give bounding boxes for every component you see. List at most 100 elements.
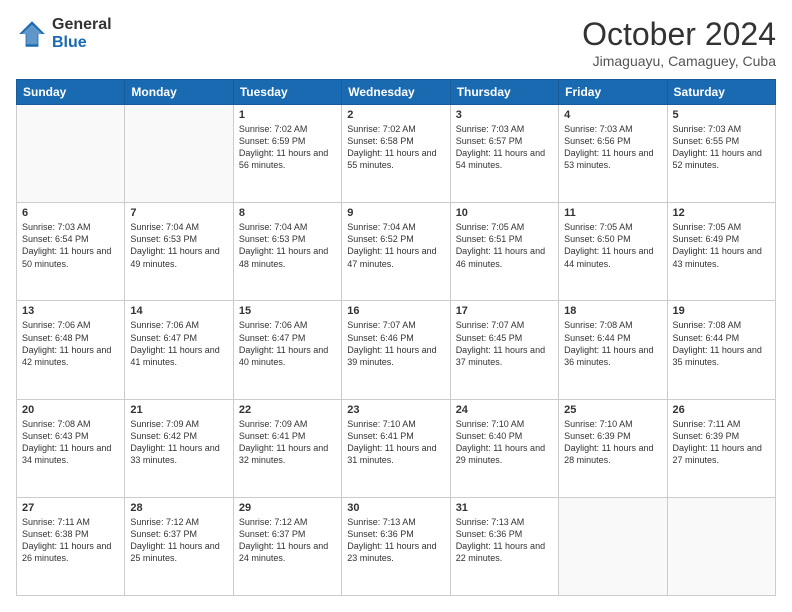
cell-1-1 bbox=[17, 105, 125, 203]
cell-content: Sunrise: 7:04 AMSunset: 6:53 PMDaylight:… bbox=[130, 221, 227, 270]
day-number: 31 bbox=[456, 502, 553, 514]
cell-content: Sunrise: 7:07 AMSunset: 6:46 PMDaylight:… bbox=[347, 319, 444, 368]
cell-1-7: 5 Sunrise: 7:03 AMSunset: 6:55 PMDaylight… bbox=[667, 105, 775, 203]
cell-4-2: 21 Sunrise: 7:09 AMSunset: 6:42 PMDayligh… bbox=[125, 399, 233, 497]
cell-4-4: 23 Sunrise: 7:10 AMSunset: 6:41 PMDayligh… bbox=[342, 399, 450, 497]
cell-content: Sunrise: 7:11 AMSunset: 6:39 PMDaylight:… bbox=[673, 418, 770, 467]
cell-content: Sunrise: 7:04 AMSunset: 6:53 PMDaylight:… bbox=[239, 221, 336, 270]
cell-content: Sunrise: 7:03 AMSunset: 6:54 PMDaylight:… bbox=[22, 221, 119, 270]
day-number: 16 bbox=[347, 305, 444, 317]
cell-content: Sunrise: 7:13 AMSunset: 6:36 PMDaylight:… bbox=[456, 516, 553, 565]
day-number: 27 bbox=[22, 502, 119, 514]
day-number: 20 bbox=[22, 404, 119, 416]
day-number: 10 bbox=[456, 207, 553, 219]
logo-icon bbox=[16, 18, 48, 50]
cell-4-7: 26 Sunrise: 7:11 AMSunset: 6:39 PMDayligh… bbox=[667, 399, 775, 497]
cell-content: Sunrise: 7:02 AMSunset: 6:59 PMDaylight:… bbox=[239, 123, 336, 172]
cell-content: Sunrise: 7:05 AMSunset: 6:51 PMDaylight:… bbox=[456, 221, 553, 270]
day-number: 18 bbox=[564, 305, 661, 317]
cell-5-1: 27 Sunrise: 7:11 AMSunset: 6:38 PMDayligh… bbox=[17, 497, 125, 595]
day-number: 13 bbox=[22, 305, 119, 317]
cell-4-5: 24Sunrise: 7:10 AMSunset: 6:40 PMDayligh… bbox=[450, 399, 558, 497]
cell-1-6: 4 Sunrise: 7:03 AMSunset: 6:56 PMDaylight… bbox=[559, 105, 667, 203]
day-number: 14 bbox=[130, 305, 227, 317]
day-number: 25 bbox=[564, 404, 661, 416]
cell-3-4: 16 Sunrise: 7:07 AMSunset: 6:46 PMDayligh… bbox=[342, 301, 450, 399]
cell-content: Sunrise: 7:08 AMSunset: 6:43 PMDaylight:… bbox=[22, 418, 119, 467]
cell-3-6: 18 Sunrise: 7:08 AMSunset: 6:44 PMDayligh… bbox=[559, 301, 667, 399]
cell-content: Sunrise: 7:08 AMSunset: 6:44 PMDaylight:… bbox=[564, 319, 661, 368]
day-number: 12 bbox=[673, 207, 770, 219]
day-number: 3 bbox=[456, 109, 553, 121]
month-title: October 2024 bbox=[582, 16, 776, 53]
day-number: 1 bbox=[239, 109, 336, 121]
day-number: 2 bbox=[347, 109, 444, 121]
cell-content: Sunrise: 7:06 AMSunset: 6:47 PMDaylight:… bbox=[239, 319, 336, 368]
cell-3-2: 14 Sunrise: 7:06 AMSunset: 6:47 PMDayligh… bbox=[125, 301, 233, 399]
logo-text: General Blue bbox=[52, 16, 112, 51]
day-number: 22 bbox=[239, 404, 336, 416]
cell-content: Sunrise: 7:04 AMSunset: 6:52 PMDaylight:… bbox=[347, 221, 444, 270]
cell-content: Sunrise: 7:05 AMSunset: 6:50 PMDaylight:… bbox=[564, 221, 661, 270]
day-number: 29 bbox=[239, 502, 336, 514]
cell-content: Sunrise: 7:03 AMSunset: 6:55 PMDaylight:… bbox=[673, 123, 770, 172]
header: General Blue October 2024 Jimaguayu, Cam… bbox=[16, 16, 776, 69]
week-row-3: 13 Sunrise: 7:06 AMSunset: 6:48 PMDayligh… bbox=[17, 301, 776, 399]
cell-2-4: 9 Sunrise: 7:04 AMSunset: 6:52 PMDaylight… bbox=[342, 203, 450, 301]
calendar-table: Sunday Monday Tuesday Wednesday Thursday… bbox=[16, 79, 776, 596]
day-number: 23 bbox=[347, 404, 444, 416]
cell-5-4: 30 Sunrise: 7:13 AMSunset: 6:36 PMDayligh… bbox=[342, 497, 450, 595]
col-saturday: Saturday bbox=[667, 80, 775, 105]
cell-2-7: 12 Sunrise: 7:05 AMSunset: 6:49 PMDayligh… bbox=[667, 203, 775, 301]
cell-content: Sunrise: 7:10 AMSunset: 6:41 PMDaylight:… bbox=[347, 418, 444, 467]
cell-content: Sunrise: 7:09 AMSunset: 6:41 PMDaylight:… bbox=[239, 418, 336, 467]
week-row-1: 1 Sunrise: 7:02 AMSunset: 6:59 PMDaylight… bbox=[17, 105, 776, 203]
col-monday: Monday bbox=[125, 80, 233, 105]
cell-content: Sunrise: 7:03 AMSunset: 6:56 PMDaylight:… bbox=[564, 123, 661, 172]
cell-content: Sunrise: 7:12 AMSunset: 6:37 PMDaylight:… bbox=[239, 516, 336, 565]
day-number: 21 bbox=[130, 404, 227, 416]
cell-2-2: 7Sunrise: 7:04 AMSunset: 6:53 PMDaylight… bbox=[125, 203, 233, 301]
cell-3-3: 15 Sunrise: 7:06 AMSunset: 6:47 PMDayligh… bbox=[233, 301, 341, 399]
day-number: 8 bbox=[239, 207, 336, 219]
day-number: 24 bbox=[456, 404, 553, 416]
cell-content: Sunrise: 7:08 AMSunset: 6:44 PMDaylight:… bbox=[673, 319, 770, 368]
day-number: 30 bbox=[347, 502, 444, 514]
logo-blue-text: Blue bbox=[52, 34, 112, 52]
col-thursday: Thursday bbox=[450, 80, 558, 105]
cell-4-1: 20 Sunrise: 7:08 AMSunset: 6:43 PMDayligh… bbox=[17, 399, 125, 497]
cell-content: Sunrise: 7:06 AMSunset: 6:48 PMDaylight:… bbox=[22, 319, 119, 368]
page: General Blue October 2024 Jimaguayu, Cam… bbox=[0, 0, 792, 612]
col-tuesday: Tuesday bbox=[233, 80, 341, 105]
day-number: 4 bbox=[564, 109, 661, 121]
day-number: 28 bbox=[130, 502, 227, 514]
day-number: 5 bbox=[673, 109, 770, 121]
cell-1-4: 2 Sunrise: 7:02 AMSunset: 6:58 PMDaylight… bbox=[342, 105, 450, 203]
title-section: October 2024 Jimaguayu, Camaguey, Cuba bbox=[582, 16, 776, 69]
day-number: 17 bbox=[456, 305, 553, 317]
day-number: 9 bbox=[347, 207, 444, 219]
day-number: 26 bbox=[673, 404, 770, 416]
cell-content: Sunrise: 7:12 AMSunset: 6:37 PMDaylight:… bbox=[130, 516, 227, 565]
cell-content: Sunrise: 7:05 AMSunset: 6:49 PMDaylight:… bbox=[673, 221, 770, 270]
day-number: 11 bbox=[564, 207, 661, 219]
cell-content: Sunrise: 7:02 AMSunset: 6:58 PMDaylight:… bbox=[347, 123, 444, 172]
week-row-4: 20 Sunrise: 7:08 AMSunset: 6:43 PMDayligh… bbox=[17, 399, 776, 497]
cell-2-6: 11 Sunrise: 7:05 AMSunset: 6:50 PMDayligh… bbox=[559, 203, 667, 301]
cell-content: Sunrise: 7:13 AMSunset: 6:36 PMDaylight:… bbox=[347, 516, 444, 565]
cell-1-2 bbox=[125, 105, 233, 203]
cell-content: Sunrise: 7:09 AMSunset: 6:42 PMDaylight:… bbox=[130, 418, 227, 467]
day-number: 15 bbox=[239, 305, 336, 317]
cell-content: Sunrise: 7:06 AMSunset: 6:47 PMDaylight:… bbox=[130, 319, 227, 368]
cell-content: Sunrise: 7:07 AMSunset: 6:45 PMDaylight:… bbox=[456, 319, 553, 368]
cell-2-1: 6Sunrise: 7:03 AMSunset: 6:54 PMDaylight… bbox=[17, 203, 125, 301]
logo: General Blue bbox=[16, 16, 112, 51]
location: Jimaguayu, Camaguey, Cuba bbox=[582, 53, 776, 69]
cell-2-3: 8 Sunrise: 7:04 AMSunset: 6:53 PMDaylight… bbox=[233, 203, 341, 301]
header-row: Sunday Monday Tuesday Wednesday Thursday… bbox=[17, 80, 776, 105]
day-number: 19 bbox=[673, 305, 770, 317]
cell-5-7 bbox=[667, 497, 775, 595]
col-sunday: Sunday bbox=[17, 80, 125, 105]
cell-content: Sunrise: 7:11 AMSunset: 6:38 PMDaylight:… bbox=[22, 516, 119, 565]
cell-5-5: 31 Sunrise: 7:13 AMSunset: 6:36 PMDayligh… bbox=[450, 497, 558, 595]
